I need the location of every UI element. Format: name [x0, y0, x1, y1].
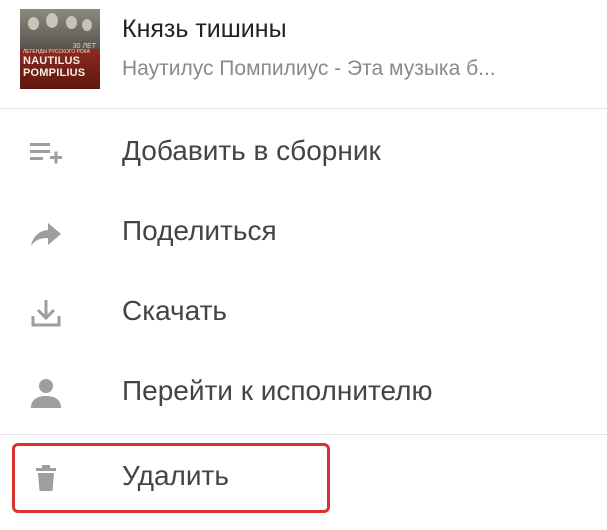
- menu-item-share[interactable]: Поделиться: [0, 193, 607, 273]
- cover-tag: 30 ЛЕТ: [72, 43, 96, 50]
- menu-item-label: Перейти к исполнителю: [122, 375, 433, 406]
- cover-face: [66, 16, 77, 29]
- delete-highlight-box: [12, 443, 330, 513]
- menu-item-label: Скачать: [122, 295, 227, 326]
- divider: [0, 434, 607, 435]
- track-header: ЛЕГЕНДЫ РУССКОГО РОКА 30 ЛЕТ NAUTILUS PO…: [0, 0, 607, 108]
- cover-title-line2: POMPILIUS: [23, 67, 86, 79]
- menu-item-download[interactable]: Скачать: [0, 273, 607, 353]
- cover-title-line1: NAUTILUS: [23, 55, 81, 67]
- menu-item-label: Поделиться: [122, 215, 277, 246]
- menu-item-add-to-playlist[interactable]: Добавить в сборник: [0, 113, 607, 193]
- divider: [0, 108, 607, 109]
- album-cover: ЛЕГЕНДЫ РУССКОГО РОКА 30 ЛЕТ NAUTILUS PO…: [20, 9, 100, 89]
- download-icon: [28, 297, 64, 329]
- track-subtitle: Наутилус Помпилиус - Эта музыка б...: [122, 57, 496, 80]
- cover-face: [46, 13, 58, 28]
- cover-face: [28, 17, 39, 30]
- cover-face: [82, 19, 92, 31]
- person-icon: [28, 377, 64, 409]
- share-icon: [28, 217, 64, 249]
- menu-item-go-to-artist[interactable]: Перейти к исполнителю: [0, 353, 607, 433]
- playlist-add-icon: [28, 137, 64, 169]
- menu-item-label: Добавить в сборник: [122, 135, 381, 166]
- track-title: Князь тишины: [122, 15, 287, 43]
